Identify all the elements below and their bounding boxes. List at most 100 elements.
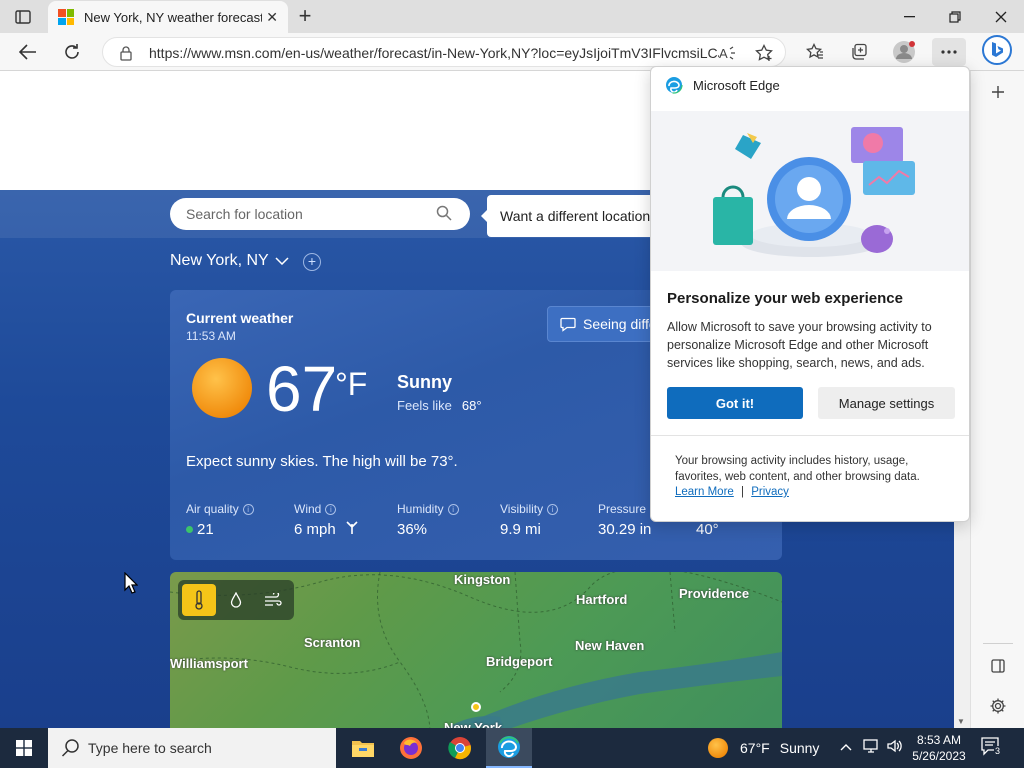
metric-label: Humidity — [397, 502, 444, 516]
info-icon[interactable]: i — [547, 504, 559, 515]
metric-value: 9.9 mi — [500, 521, 541, 538]
chevron-down-icon — [275, 257, 289, 265]
favorites-icon[interactable] — [800, 38, 830, 66]
sidebar-settings-gear-icon[interactable] — [986, 694, 1010, 718]
firefox-icon[interactable] — [388, 728, 434, 768]
bing-chat-icon[interactable] — [982, 35, 1012, 65]
precipitation-layer-icon[interactable] — [219, 584, 253, 616]
windows-taskbar: Type here to search 67°F Sunny 8:53 AM 5… — [0, 728, 1024, 768]
personalize-illustration — [651, 111, 969, 271]
collections-icon[interactable] — [844, 38, 874, 66]
clock-time: 8:53 AM — [916, 733, 962, 747]
air-quality-dot-icon — [186, 526, 193, 533]
msn-favicon-icon — [58, 9, 74, 25]
metric-label: Pressure — [598, 502, 647, 516]
info-icon[interactable]: i — [447, 504, 459, 515]
notification-count: 3 — [994, 746, 1002, 756]
metric-air-quality[interactable]: Air quality i 21 — [186, 502, 254, 538]
minimize-icon[interactable] — [886, 0, 932, 33]
illustration-graphic — [713, 127, 915, 257]
sunny-icon — [192, 358, 252, 418]
chrome-icon[interactable] — [437, 728, 483, 768]
sunny-icon — [708, 738, 728, 758]
add-sidebar-item-icon[interactable] — [986, 80, 1010, 104]
map-city-label: Scranton — [304, 635, 361, 650]
metric-label: Visibility — [500, 502, 544, 516]
volume-icon[interactable] — [886, 738, 904, 757]
map-city-label: Hartford — [576, 592, 628, 607]
different-location-text: Want a different location? — [500, 208, 658, 224]
taskbar-search-box[interactable]: Type here to search — [48, 728, 336, 768]
metric-wind[interactable]: Wind i 6 mph — [294, 502, 358, 538]
sidebar-divider — [983, 643, 1013, 644]
file-explorer-icon[interactable] — [340, 728, 386, 768]
wind-direction-icon — [346, 521, 358, 534]
location-selector[interactable]: New York, NY — [170, 252, 289, 270]
temperature-value: 67 — [266, 353, 338, 425]
feels-like: Feels like 68° — [397, 398, 482, 413]
wind-layer-icon[interactable] — [256, 584, 290, 616]
metric-value: 30.29 in — [598, 521, 652, 538]
restore-icon[interactable] — [932, 0, 978, 33]
close-window-icon[interactable] — [978, 0, 1024, 33]
taskbar-weather-condition: Sunny — [779, 740, 820, 756]
metric-label: Wind — [294, 502, 322, 516]
popup-header-text: Microsoft Edge — [693, 77, 780, 93]
active-tab[interactable]: New York, NY weather forecast | M ✕ — [48, 1, 288, 33]
temperature-unit[interactable]: °F — [335, 366, 367, 403]
metric-visibility[interactable]: Visibility i 9.9 mi — [500, 502, 559, 538]
tab-title: New York, NY weather forecast | M — [84, 9, 262, 25]
settings-more-icon[interactable] — [932, 38, 966, 66]
search-icon[interactable] — [436, 205, 452, 226]
current-weather-time: 11:53 AM — [186, 329, 236, 343]
map-city-label: Bridgeport — [486, 654, 553, 669]
map-layer-toolbar — [178, 580, 294, 620]
temperature-layer-icon[interactable] — [182, 584, 216, 616]
address-bar[interactable]: https://www.msn.com/en-us/weather/foreca… — [102, 37, 786, 67]
refresh-icon[interactable] — [57, 38, 87, 66]
new-tab-icon[interactable]: + — [294, 5, 316, 27]
notification-center-icon[interactable]: 3 — [980, 736, 1008, 760]
privacy-link[interactable]: Privacy — [751, 486, 789, 498]
info-icon[interactable]: i — [325, 504, 337, 515]
map-city-label: New Haven — [575, 638, 645, 653]
tab-close-icon[interactable]: ✕ — [266, 9, 278, 26]
popup-header: Microsoft Edge — [665, 76, 780, 94]
learn-more-link[interactable]: Learn More — [675, 486, 734, 498]
svg-text:A: A — [719, 46, 728, 61]
lock-icon[interactable] — [119, 45, 133, 66]
metric-humidity[interactable]: Humidity i 36% — [397, 502, 459, 538]
show-hidden-icons-icon[interactable] — [840, 739, 852, 754]
taskbar-weather-widget[interactable]: 67°F Sunny — [708, 728, 819, 768]
map-location-pin-icon[interactable] — [471, 702, 481, 712]
condition-text: Sunny — [397, 372, 453, 392]
manage-settings-button[interactable]: Manage settings — [818, 387, 955, 419]
weather-map[interactable]: Kingston Hartford Providence Scranton Ne… — [170, 572, 782, 728]
edge-taskbar-icon[interactable] — [486, 728, 532, 768]
search-icon — [61, 739, 79, 757]
add-favorite-icon[interactable] — [753, 42, 775, 64]
taskbar-clock[interactable]: 8:53 AM 5/26/2023 — [908, 732, 970, 764]
taskbar-search-placeholder: Type here to search — [88, 740, 212, 756]
popup-title: Personalize your web experience — [667, 290, 903, 307]
feels-like-value: 68° — [461, 398, 482, 413]
hide-sidebar-icon[interactable] — [986, 654, 1010, 678]
url-text[interactable]: https://www.msn.com/en-us/weather/foreca… — [149, 45, 719, 61]
start-button[interactable] — [0, 728, 48, 768]
scroll-down-icon[interactable]: ▼ — [957, 717, 965, 726]
add-location-icon[interactable]: + — [303, 253, 321, 271]
location-search-input[interactable]: Search for location — [170, 198, 470, 230]
read-aloud-icon[interactable]: A — [717, 42, 739, 64]
metric-value: 21 — [197, 521, 214, 538]
map-city-label: Kingston — [454, 572, 511, 587]
tab-actions-icon[interactable] — [8, 6, 38, 28]
popup-divider — [651, 435, 969, 436]
info-icon[interactable]: i — [242, 504, 254, 515]
profile-avatar[interactable] — [889, 38, 919, 66]
got-it-button[interactable]: Got it! — [667, 387, 803, 419]
title-bar: New York, NY weather forecast | M ✕ + — [0, 0, 1024, 33]
edge-logo-icon — [665, 76, 683, 94]
back-icon[interactable] — [13, 38, 43, 66]
metric-value: 40° — [696, 521, 719, 538]
network-icon[interactable] — [862, 738, 880, 757]
